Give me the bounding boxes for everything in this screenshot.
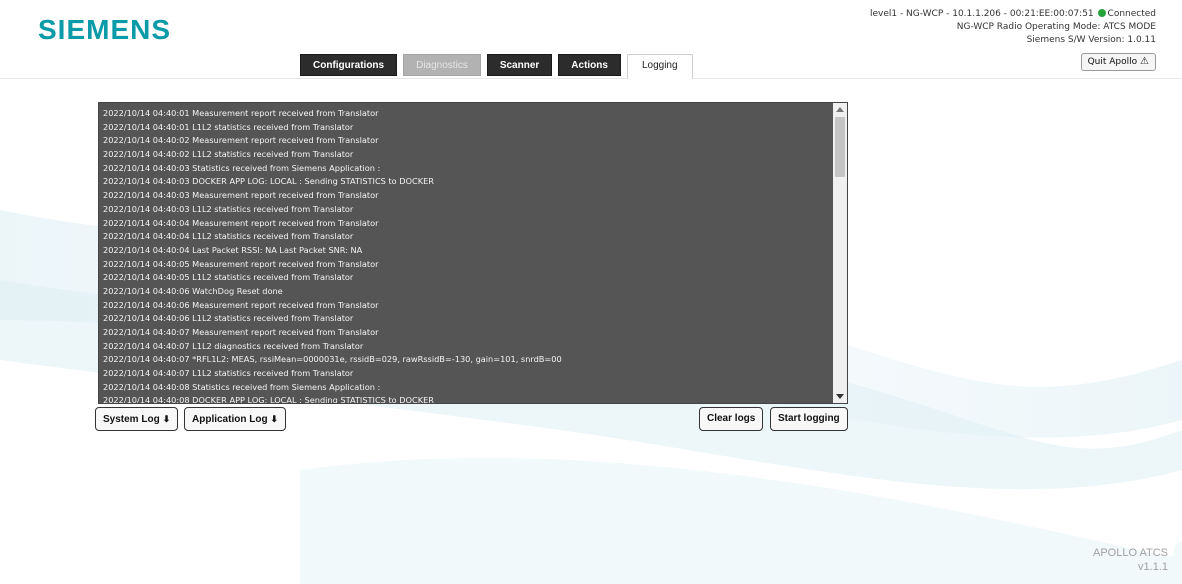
log-line: 2022/10/14 04:40:01 L1L2 statistics rece… <box>103 121 354 132</box>
operating-mode: NG-WCP Radio Operating Mode: ATCS MODE <box>956 22 1156 32</box>
log-line: 2022/10/14 04:40:07 L1L2 statistics rece… <box>103 368 354 379</box>
main-tabs: Configurations Diagnostics Scanner Actio… <box>300 54 693 79</box>
log-scrollbar[interactable] <box>833 103 847 403</box>
log-lines: 2022/10/14 04:40:01 Measurement report r… <box>103 107 829 404</box>
download-icon: ⬇ <box>162 414 171 424</box>
log-line: 2022/10/14 04:40:07 *RFL1L2: MEAS, rssiM… <box>103 354 562 365</box>
log-line: 2022/10/14 04:40:03 DOCKER APP LOG: LOCA… <box>103 176 434 187</box>
log-line: 2022/10/14 04:40:03 Statistics received … <box>103 162 381 173</box>
scroll-thumb[interactable] <box>835 117 845 177</box>
log-line: 2022/10/14 04:40:07 Measurement report r… <box>103 327 379 337</box>
tab-actions[interactable]: Actions <box>558 54 621 76</box>
download-icon: ⬇ <box>270 414 279 424</box>
connection-status: level1 - NG-WCP - 10.1.1.206 - 00:21:EE:… <box>870 8 1156 47</box>
tab-configurations[interactable]: Configurations <box>300 54 398 76</box>
connection-label: Connected <box>1107 9 1156 19</box>
log-output-panel[interactable]: 2022/10/14 04:40:01 Measurement report r… <box>98 102 848 404</box>
log-line: 2022/10/14 04:40:03 L1L2 statistics rece… <box>103 203 354 214</box>
log-line: 2022/10/14 04:40:04 L1L2 statistics rece… <box>103 231 354 242</box>
log-line: 2022/10/14 04:40:05 L1L2 statistics rece… <box>103 272 354 283</box>
log-line: 2022/10/14 04:40:08 Statistics received … <box>103 381 381 392</box>
tab-diagnostics: Diagnostics <box>403 54 481 76</box>
log-line: 2022/10/14 04:40:04 Measurement report r… <box>103 217 379 228</box>
log-line: 2022/10/14 04:40:01 Measurement report r… <box>103 108 379 118</box>
application-log-label: Application Log <box>192 414 268 425</box>
start-logging-button[interactable]: Start logging <box>770 407 848 431</box>
clear-logs-button[interactable]: Clear logs <box>699 407 764 431</box>
log-line: 2022/10/14 04:40:05 Measurement report r… <box>103 258 379 269</box>
connected-indicator-icon <box>1097 9 1106 17</box>
siemens-logo: SIEMENS <box>38 14 172 45</box>
log-line: 2022/10/14 04:40:06 Measurement report r… <box>103 299 379 310</box>
system-log-label: System Log <box>103 414 160 425</box>
log-line: 2022/10/14 04:40:02 Measurement report r… <box>103 135 379 146</box>
system-log-button[interactable]: System Log ⬇ <box>95 407 179 431</box>
tab-logging[interactable]: Logging <box>626 54 693 79</box>
quit-apollo-button[interactable]: Quit Apollo ⚠ <box>1080 53 1156 71</box>
app-version: APOLLO ATCS v1.1.1 <box>1093 546 1168 574</box>
log-line: 2022/10/14 04:40:02 L1L2 statistics rece… <box>103 149 354 160</box>
scroll-down-icon[interactable] <box>836 394 844 399</box>
log-line: 2022/10/14 04:40:08 DOCKER APP LOG: LOCA… <box>103 395 434 404</box>
app-version-number: v1.1.1 <box>1138 561 1168 573</box>
log-line: 2022/10/14 04:40:06 WatchDog Reset done <box>103 285 283 296</box>
tab-scanner[interactable]: Scanner <box>486 54 553 76</box>
log-line: 2022/10/14 04:40:06 L1L2 statistics rece… <box>103 313 354 324</box>
app-name: APOLLO ATCS <box>1093 547 1168 559</box>
device-info: level1 - NG-WCP - 10.1.1.206 - 00:21:EE:… <box>869 9 1094 19</box>
application-log-button[interactable]: Application Log ⬇ <box>184 407 287 431</box>
quit-apollo-label: Quit Apollo <box>1087 57 1138 67</box>
scroll-up-icon[interactable] <box>836 107 844 112</box>
log-line: 2022/10/14 04:40:04 Last Packet RSSI: NA… <box>103 244 363 255</box>
warning-icon: ⚠ <box>1140 56 1149 67</box>
log-line: 2022/10/14 04:40:07 L1L2 diagnostics rec… <box>103 340 364 351</box>
log-line: 2022/10/14 04:40:03 Measurement report r… <box>103 190 379 201</box>
software-version: Siemens S/W Version: 1.0.11 <box>1026 35 1156 45</box>
